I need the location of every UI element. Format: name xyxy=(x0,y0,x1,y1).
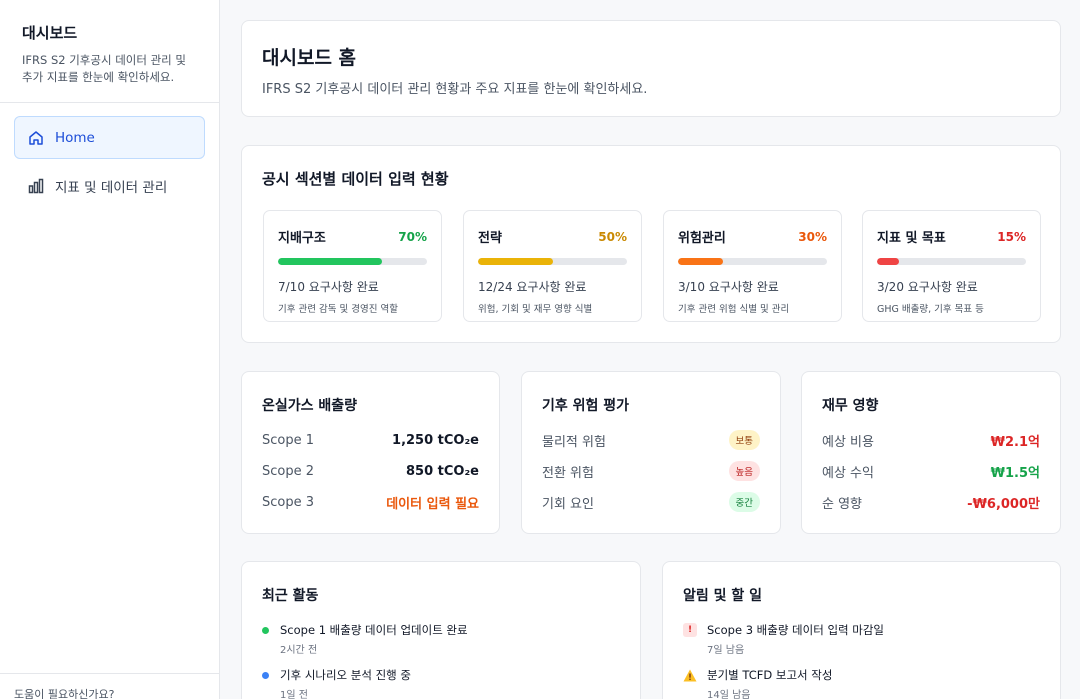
alerts-card: 알림 및 할 일 ! Scope 3 배출량 데이터 입력 마감일 7일 남음 … xyxy=(662,561,1061,699)
ghg-row: Scope 3 데이터 입력 필요 xyxy=(262,492,479,512)
alert-item[interactable]: ! Scope 3 배출량 데이터 입력 마감일 7일 남음 xyxy=(683,622,1040,656)
risk-label: 기회 요인 xyxy=(542,496,594,512)
help-link[interactable]: 도움이 필요하신가요? xyxy=(0,673,220,699)
section-tile[interactable]: 전략 50% 12/24 요구사항 완료위험, 기회 및 재무 영향 식별 xyxy=(463,210,642,322)
progress-bar xyxy=(278,258,427,265)
alert-item[interactable]: 분기별 TCFD 보고서 작성 14일 남음 xyxy=(683,667,1040,699)
home-icon xyxy=(27,129,45,147)
activity-item[interactable]: Scope 1 배출량 데이터 업데이트 완료 2시간 전 xyxy=(262,622,620,656)
alert-time: 7일 남음 xyxy=(707,645,745,656)
ghg-title: 온실가스 배출량 xyxy=(262,398,358,414)
section-percent: 50% xyxy=(598,229,627,244)
alert-time: 14일 남음 xyxy=(707,690,751,699)
finance-label: 순 영향 xyxy=(822,496,863,512)
section-count: 12/24 요구사항 완료 xyxy=(478,280,587,294)
finance-label: 예상 수익 xyxy=(822,465,874,481)
page-subtitle: IFRS S2 기후공시 데이터 관리 현황과 주요 지표를 한눈에 확인하세요… xyxy=(262,82,648,97)
section-count: 3/20 요구사항 완료 xyxy=(877,280,978,294)
ghg-value: 1,250 tCO₂e xyxy=(392,432,479,448)
section-count: 3/10 요구사항 완료 xyxy=(678,280,779,294)
ghg-value: 데이터 입력 필요 xyxy=(386,496,479,512)
page-title: 대시보드 홈 xyxy=(262,47,357,69)
section-name: 전략 xyxy=(478,231,502,246)
status-dot xyxy=(262,626,269,634)
activity-time: 2시간 전 xyxy=(280,645,318,656)
sidebar-header: 대시보드 IFRS S2 기후공시 데이터 관리 및 추가 지표를 한눈에 확인… xyxy=(0,0,219,103)
section-count: 7/10 요구사항 완료 xyxy=(278,280,379,294)
progress-fill xyxy=(678,258,723,265)
risk-row: 물리적 위험 보통 xyxy=(542,430,760,450)
alert-text: 분기별 TCFD 보고서 작성 xyxy=(707,668,833,682)
finance-label: 예상 비용 xyxy=(822,434,874,450)
risk-badge: 높음 xyxy=(728,461,760,481)
sections-title: 공시 섹션별 데이터 입력 현황 xyxy=(262,170,449,188)
finance-card: 재무 영향 예상 비용 ₩2.1억 예상 수익 ₩1.5억 순 영향 -₩6,0… xyxy=(801,371,1061,534)
alerts-title: 알림 및 할 일 xyxy=(683,588,763,604)
activity-card: 최근 활동 Scope 1 배출량 데이터 업데이트 완료 2시간 전 기후 시… xyxy=(241,561,641,699)
ghg-label: Scope 3 xyxy=(262,494,315,510)
nav-item-metrics[interactable]: 지표 및 데이터 관리 xyxy=(14,164,205,207)
ghg-value: 850 tCO₂e xyxy=(406,463,479,479)
section-percent: 70% xyxy=(398,229,427,244)
nav-item-home[interactable]: Home xyxy=(14,116,205,159)
risk-badge: 보통 xyxy=(728,430,760,450)
section-percent: 30% xyxy=(798,229,827,244)
risk-label: 물리적 위험 xyxy=(542,434,606,450)
sidebar: 대시보드 IFRS S2 기후공시 데이터 관리 및 추가 지표를 한눈에 확인… xyxy=(0,0,220,699)
progress-fill xyxy=(877,258,900,265)
finance-value: ₩2.1억 xyxy=(990,434,1040,450)
warning-icon xyxy=(683,668,697,682)
finance-value: ₩1.5억 xyxy=(990,465,1040,481)
finance-row: 순 영향 -₩6,000만 xyxy=(822,492,1040,512)
ghg-card: 온실가스 배출량 Scope 1 1,250 tCO₂e Scope 2 850… xyxy=(241,371,500,534)
activity-time: 1일 전 xyxy=(280,690,308,699)
sections-card: 공시 섹션별 데이터 입력 현황 지배구조 70% 7/10 요구사항 완료기후 관… xyxy=(241,145,1061,343)
bar-chart-icon xyxy=(27,177,45,195)
sidebar-title: 대시보드 xyxy=(22,24,78,42)
risk-title: 기후 위험 평가 xyxy=(542,398,630,414)
section-name: 지표 및 목표 xyxy=(877,231,946,246)
risk-row: 전환 위험 높음 xyxy=(542,461,760,481)
nav-item-label: Home xyxy=(55,129,95,146)
section-tile[interactable]: 지배구조 70% 7/10 요구사항 완료기후 관련 감독 및 경영진 역할 xyxy=(263,210,442,322)
finance-row: 예상 비용 ₩2.1억 xyxy=(822,430,1040,450)
risk-badge: 중간 xyxy=(728,492,760,512)
exclamation-icon: ! xyxy=(683,623,697,637)
section-desc: GHG 배출량, 기후 목표 등 xyxy=(877,304,984,315)
progress-bar xyxy=(678,258,827,265)
sidebar-subtitle: IFRS S2 기후공시 데이터 관리 및 추가 지표를 한눈에 확인하세요. xyxy=(22,53,186,84)
ghg-row: Scope 2 850 tCO₂e xyxy=(262,461,479,481)
section-percent: 15% xyxy=(997,229,1026,244)
activity-title: 최근 활동 xyxy=(262,588,319,604)
progress-bar xyxy=(877,258,1026,265)
status-dot xyxy=(262,671,269,679)
section-desc: 기후 관련 위험 식별 및 관리 xyxy=(678,304,790,315)
ghg-label: Scope 2 xyxy=(262,463,315,479)
page-header-card: 대시보드 홈 IFRS S2 기후공시 데이터 관리 현황과 주요 지표를 한눈… xyxy=(241,20,1061,117)
sidebar-nav: Home 지표 및 데이터 관리 xyxy=(0,103,219,225)
activity-item[interactable]: 기후 시나리오 분석 진행 중 1일 전 xyxy=(262,667,620,699)
section-tile[interactable]: 지표 및 목표 15% 3/20 요구사항 완료 GHG 배출량, 기후 목표 등 xyxy=(862,210,1041,322)
section-name: 지배구조 xyxy=(278,231,326,246)
section-desc: 기후 관련 감독 및 경영진 역할 xyxy=(278,304,398,315)
ghg-label: Scope 1 xyxy=(262,432,315,448)
activity-text: Scope 1 배출량 데이터 업데이트 완료 xyxy=(280,623,468,637)
risk-card: 기후 위험 평가 물리적 위험 보통전환 위험 높음기회 요인 중간 xyxy=(521,371,781,534)
progress-fill xyxy=(278,258,383,265)
ghg-row: Scope 1 1,250 tCO₂e xyxy=(262,430,479,450)
risk-label: 전환 위험 xyxy=(542,465,594,481)
progress-bar xyxy=(478,258,627,265)
alert-text: Scope 3 배출량 데이터 입력 마감일 xyxy=(707,623,885,637)
main-content: 대시보드 홈 IFRS S2 기후공시 데이터 관리 현황과 주요 지표를 한눈… xyxy=(220,0,1080,699)
finance-title: 재무 영향 xyxy=(822,398,879,414)
finance-row: 예상 수익 ₩1.5억 xyxy=(822,461,1040,481)
section-tile[interactable]: 위험관리 30% 3/10 요구사항 완료기후 관련 위험 식별 및 관리 xyxy=(663,210,842,322)
finance-value: -₩6,000만 xyxy=(967,496,1040,512)
section-name: 위험관리 xyxy=(678,231,726,246)
risk-row: 기회 요인 중간 xyxy=(542,492,760,512)
activity-text: 기후 시나리오 분석 진행 중 xyxy=(280,668,412,682)
progress-fill xyxy=(478,258,553,265)
nav-item-label: 지표 및 데이터 관리 xyxy=(55,179,168,196)
section-desc: 위험, 기회 및 재무 영향 식별 xyxy=(478,304,593,315)
